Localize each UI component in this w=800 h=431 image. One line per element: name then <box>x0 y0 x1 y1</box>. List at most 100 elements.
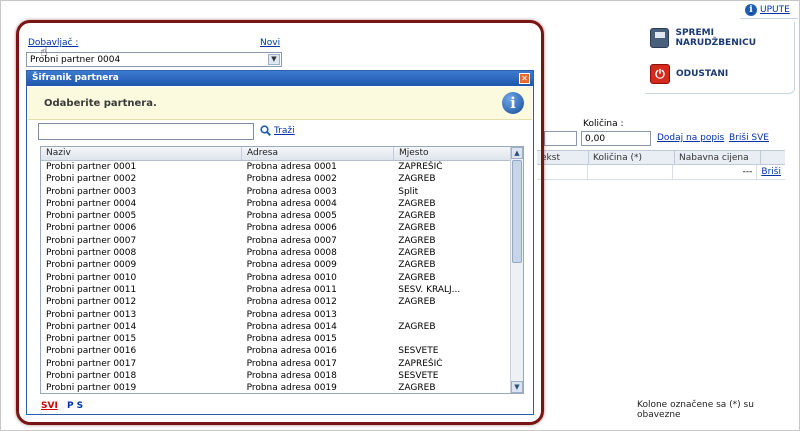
partner-name-cell: Probni partner 0017 <box>46 358 137 369</box>
help-label: UPUTE <box>760 5 790 15</box>
partner-city-cell: ZAGREB <box>398 297 436 308</box>
partner-address-cell: Probna adresa 0006 <box>246 223 337 234</box>
partner-city-cell <box>393 309 511 321</box>
partner-name-cell: Probni partner 0012 <box>46 297 137 308</box>
table-row[interactable]: Probni partner 0018 Probna adresa 0018 SES… <box>41 370 511 382</box>
table-header: ekst Količina (*) Nabavna cijena <box>537 150 785 165</box>
price-cell: --- <box>673 165 758 179</box>
partner-address-cell: Probna adresa 0009 <box>246 260 337 271</box>
partner-name-cell: Probni partner 0003 <box>46 186 137 197</box>
partner-address-cell: Probna adresa 0004 <box>246 198 337 209</box>
power-icon: ⏻ <box>650 64 670 84</box>
partner-search-input[interactable] <box>38 123 254 140</box>
partner-address-cell: Probna adresa 0014 <box>246 321 337 332</box>
delete-all-link[interactable]: Briši SVE <box>729 133 769 143</box>
scroll-up-icon[interactable]: ▲ <box>511 147 523 159</box>
table-row[interactable]: Probni partner 0007 Probna adresa 0007 ZAG… <box>41 235 511 247</box>
grid-header: Naziv Adresa Mjesto <box>41 147 523 161</box>
table-row[interactable]: Probni partner 0019 Probna adresa 0019 ZAG… <box>41 382 511 394</box>
divider <box>740 18 798 19</box>
quantity-input[interactable]: 0,00 <box>581 131 651 146</box>
partner-name-cell: Probni partner 0001 <box>46 162 137 172</box>
action-panel: SPREMI NARUDŽBENICU ⏻ ODUSTANI <box>645 22 795 94</box>
partner-name-cell: Probni partner 0014 <box>46 321 137 332</box>
floppy-disk-icon <box>650 28 670 48</box>
column-header-mjesto[interactable]: Mjesto <box>394 147 512 160</box>
table-row[interactable]: Probni partner 0009 Probna adresa 0009 ZAG… <box>41 259 511 271</box>
table-row[interactable]: Probni partner 0012 Probna adresa 0012 ZAG… <box>41 296 511 308</box>
new-supplier-link[interactable]: Novi <box>260 38 280 48</box>
dialog-banner: Odaberite partnera. i <box>28 87 532 120</box>
table-row[interactable]: Probni partner 0008 Probna adresa 0008 ZAG… <box>41 247 511 259</box>
help-link[interactable]: i UPUTE <box>745 4 790 16</box>
column-header: Količina (*) <box>589 151 675 164</box>
partner-name-cell: Probni partner 0011 <box>46 284 137 295</box>
partner-name-cell: Probni partner 0018 <box>46 371 137 382</box>
column-header-adresa[interactable]: Adresa <box>242 147 394 160</box>
delete-row-link[interactable]: Briši <box>757 165 785 179</box>
partner-city-cell: ZAGREB <box>398 321 436 332</box>
table-row[interactable]: Probni partner 0015 Probna adresa 0015 <box>41 333 511 345</box>
partner-address-cell: Probna adresa 0017 <box>246 358 337 369</box>
partner-name-cell: Probni partner 0016 <box>46 346 137 357</box>
partner-picker-dialog: Šifranik partnera ✕ Odaberite partnera. … <box>26 70 534 415</box>
column-header-naziv[interactable]: Naziv <box>41 147 242 160</box>
vertical-scrollbar[interactable]: ▲ ▼ <box>510 147 523 393</box>
partner-name-cell: Probni partner 0006 <box>46 223 137 234</box>
dialog-title: Šifranik partnera <box>32 73 119 83</box>
letter-filter: SVI P S <box>41 401 83 411</box>
table-row[interactable]: Probni partner 0010 Probna adresa 0010 ZAG… <box>41 272 511 284</box>
supplier-select[interactable]: Probni partner 0004 ▼ <box>26 52 282 67</box>
partner-name-cell: Probni partner 0009 <box>46 260 137 271</box>
partner-city-cell: ZAGREB <box>398 235 436 246</box>
table-row: --- Briši <box>537 165 785 180</box>
table-row[interactable]: Probni partner 0003 Probna adresa 0003 Spl… <box>41 186 511 198</box>
scroll-thumb[interactable] <box>512 160 522 263</box>
partner-address-cell: Probna adresa 0018 <box>246 371 337 382</box>
cancel-label: ODUSTANI <box>676 69 729 79</box>
filter-letters-link[interactable]: P S <box>67 401 83 411</box>
partner-address-cell: Probna adresa 0016 <box>246 346 337 357</box>
add-to-list-link[interactable]: Dodaj na popis <box>657 133 724 143</box>
partner-address-cell: Probna adresa 0011 <box>246 284 337 295</box>
partner-address-cell: Probna adresa 0015 <box>246 334 337 345</box>
partner-name-cell: Probni partner 0004 <box>46 198 137 209</box>
table-row[interactable]: Probni partner 0013 Probna adresa 0013 <box>41 309 511 321</box>
dialog-message: Odaberite partnera. <box>44 98 157 109</box>
save-order-button[interactable]: SPREMI NARUDŽBENICU <box>650 28 794 48</box>
chevron-down-icon[interactable]: ▼ <box>268 54 280 65</box>
hand-cursor-icon: ☝ <box>40 45 48 60</box>
supplier-label[interactable]: Dobavljač : <box>28 38 78 48</box>
column-header: ekst <box>537 151 589 164</box>
partner-city-cell: Split <box>398 186 419 197</box>
partner-address-cell: Probna adresa 0012 <box>246 297 337 308</box>
table-row[interactable]: Probni partner 0001 Probna adresa 0001 ZAP… <box>41 161 511 173</box>
column-header: Nabavna cijena <box>675 151 761 164</box>
order-items-table: ekst Količina (*) Nabavna cijena --- Bri… <box>537 150 785 180</box>
partner-address-cell: Probna adresa 0019 <box>246 383 337 394</box>
quantity-label: Količina : <box>583 119 624 129</box>
table-row[interactable]: Probni partner 0017 Probna adresa 0017 ZAP… <box>41 358 511 370</box>
partner-city-cell: SESV. KRALJ... <box>398 284 461 295</box>
partner-address-cell: Probna adresa 0001 <box>246 162 337 172</box>
table-row[interactable]: Probni partner 0005 Probna adresa 0005 ZAG… <box>41 210 511 222</box>
required-fields-note: Kolone označene sa (*) su obavezne <box>637 400 754 420</box>
filter-all-link[interactable]: SVI <box>41 401 58 411</box>
scroll-down-icon[interactable]: ▼ <box>511 381 523 393</box>
partner-city-cell: ZAGREB <box>398 260 436 271</box>
partner-address-cell: Probna adresa 0005 <box>246 211 337 222</box>
table-row[interactable]: Probni partner 0014 Probna adresa 0014 ZAG… <box>41 321 511 333</box>
table-row[interactable]: Probni partner 0002 Probna adresa 0002 ZAG… <box>41 173 511 185</box>
search-button[interactable]: Traži <box>260 125 295 136</box>
partner-address-cell: Probna adresa 0008 <box>246 248 337 259</box>
cancel-button[interactable]: ⏻ ODUSTANI <box>650 64 728 84</box>
article-input[interactable] <box>544 131 577 146</box>
close-icon[interactable]: ✕ <box>519 73 530 84</box>
table-row[interactable]: Probni partner 0004 Probna adresa 0004 ZAG… <box>41 198 511 210</box>
partner-city-cell: ZAGREB <box>398 383 436 394</box>
info-icon: i <box>745 4 757 16</box>
table-row[interactable]: Probni partner 0006 Probna adresa 0006 ZAG… <box>41 222 511 234</box>
partner-city-cell: SESVETE <box>398 371 439 382</box>
table-row[interactable]: Probni partner 0011 Probna adresa 0011 SES… <box>41 284 511 296</box>
table-row[interactable]: Probni partner 0016 Probna adresa 0016 SES… <box>41 345 511 357</box>
